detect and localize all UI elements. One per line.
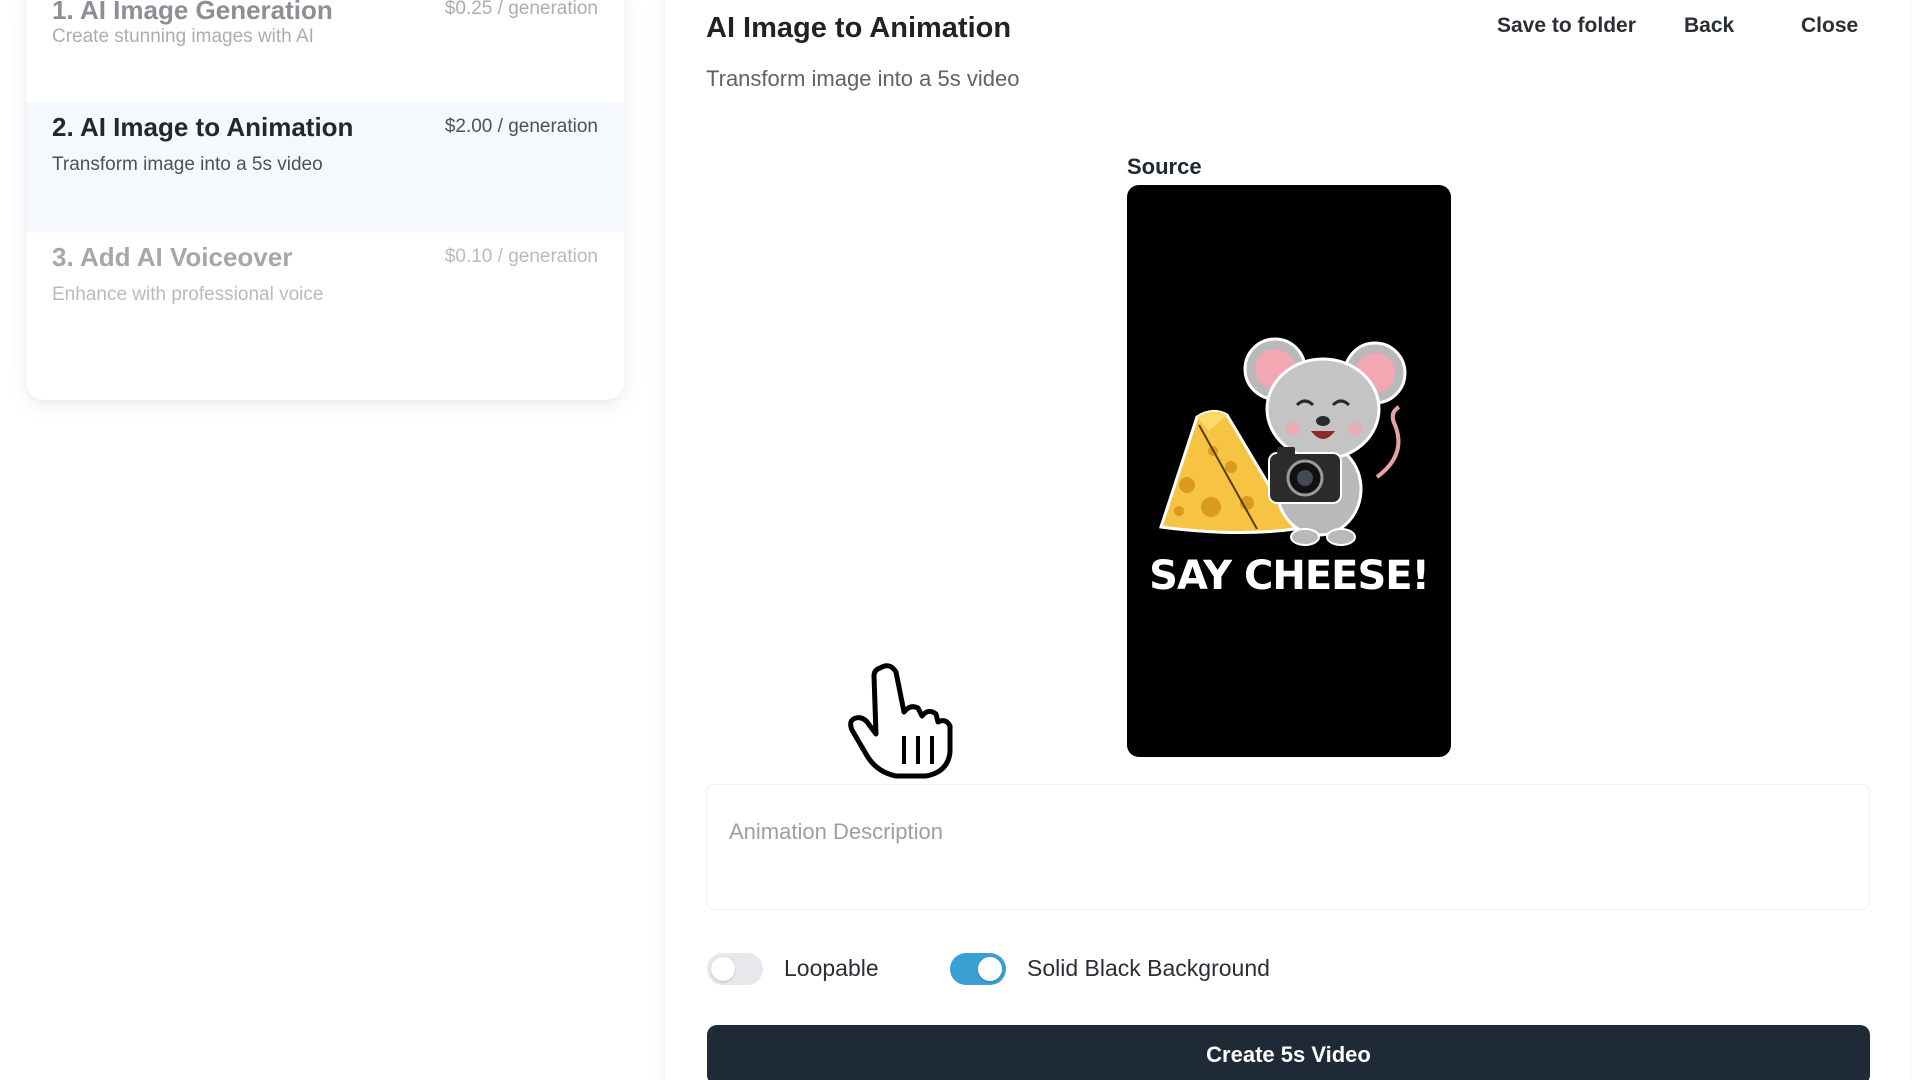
panel-title: AI Image to Animation bbox=[706, 12, 1012, 44]
source-label: Source bbox=[1127, 154, 1202, 179]
toggle-knob bbox=[978, 957, 1002, 981]
back-button[interactable]: Back bbox=[1684, 14, 1734, 38]
panel-subtitle: Transform image into a 5s video bbox=[706, 66, 1020, 91]
steps-card: 1. AI Image Generation $0.25 / generatio… bbox=[26, 0, 624, 400]
step-title: 1. AI Image Generation bbox=[52, 0, 333, 25]
step-description: Transform image into a 5s video bbox=[52, 154, 323, 175]
toggle-knob bbox=[711, 957, 735, 981]
step-price: $0.25 / generation bbox=[444, 0, 598, 19]
source-image: SAY CHEESE! bbox=[1127, 185, 1451, 757]
close-button[interactable]: Close bbox=[1801, 14, 1858, 38]
step-image-to-animation[interactable]: 2. AI Image to Animation $2.00 / generat… bbox=[26, 102, 624, 232]
solid-black-background-toggle[interactable] bbox=[950, 953, 1006, 985]
app-root: 1. AI Image Generation $0.25 / generatio… bbox=[0, 0, 1920, 1080]
step-description: Enhance with professional voice bbox=[52, 284, 324, 305]
animation-description-input[interactable] bbox=[706, 784, 1870, 910]
step-title: 2. AI Image to Animation bbox=[52, 112, 354, 142]
image-caption: SAY CHEESE! bbox=[1149, 553, 1430, 599]
step-description: Create stunning images with AI bbox=[52, 26, 314, 47]
loopable-label: Loopable bbox=[784, 955, 879, 981]
step-price: $2.00 / generation bbox=[444, 116, 598, 137]
loopable-toggle[interactable] bbox=[707, 953, 763, 985]
step-price: $0.10 / generation bbox=[444, 246, 598, 267]
save-to-folder-button[interactable]: Save to folder bbox=[1497, 14, 1636, 38]
create-video-button[interactable]: Create 5s Video bbox=[707, 1025, 1870, 1080]
mouse-cheese-illustration bbox=[1159, 337, 1407, 546]
hand-pointer-icon bbox=[846, 660, 956, 785]
step-title: 3. Add AI Voiceover bbox=[52, 242, 293, 272]
step-voiceover[interactable]: 3. Add AI Voiceover $0.10 / generation E… bbox=[26, 232, 624, 362]
solid-black-background-label: Solid Black Background bbox=[1027, 955, 1270, 981]
